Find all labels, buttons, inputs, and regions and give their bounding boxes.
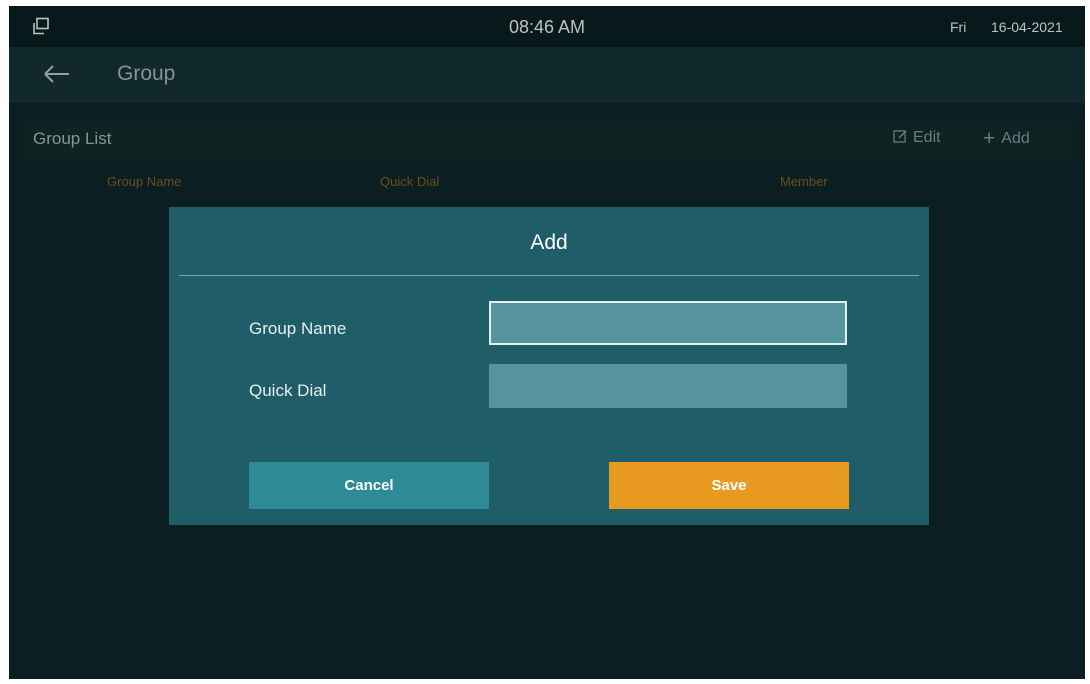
add-group-dialog: Add Group Name Quick Dial Cancel Save xyxy=(169,207,929,525)
group-name-input[interactable] xyxy=(489,301,847,345)
dialog-divider xyxy=(179,275,919,276)
dialog-title: Add xyxy=(530,231,568,254)
group-name-label: Group Name xyxy=(249,319,347,338)
device-screen: 08:46 AM Fri 16-04-2021 Group Group List… xyxy=(9,6,1085,679)
quick-dial-label: Quick Dial xyxy=(249,381,327,400)
save-button[interactable]: Save xyxy=(609,462,849,509)
cancel-button[interactable]: Cancel xyxy=(249,462,489,509)
quick-dial-input[interactable] xyxy=(489,364,847,408)
